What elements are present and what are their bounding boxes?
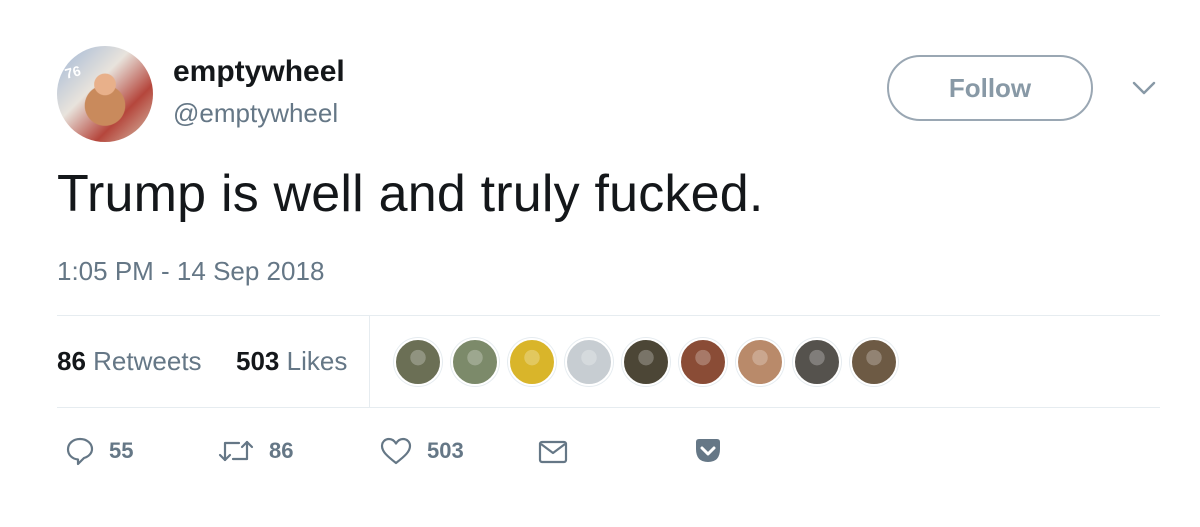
divider-top bbox=[57, 315, 1160, 316]
divider-bottom bbox=[57, 407, 1160, 408]
likes-label: Likes bbox=[286, 346, 348, 376]
reply-icon bbox=[66, 437, 94, 466]
liker-avatar-2[interactable] bbox=[451, 338, 499, 386]
likes-count: 503 bbox=[236, 346, 280, 376]
liker-avatar-3[interactable] bbox=[508, 338, 556, 386]
liker-avatar-5[interactable] bbox=[622, 338, 670, 386]
avatar-badge: 76 bbox=[63, 62, 83, 82]
liker-avatars bbox=[394, 338, 907, 386]
retweet-button[interactable]: 86 bbox=[217, 436, 293, 466]
liker-avatar-9[interactable] bbox=[850, 338, 898, 386]
follow-button[interactable]: Follow bbox=[887, 55, 1093, 121]
stats-separator bbox=[369, 316, 370, 407]
direct-message-icon bbox=[538, 440, 568, 464]
liker-avatar-8[interactable] bbox=[793, 338, 841, 386]
display-name[interactable]: emptywheel bbox=[173, 55, 345, 89]
reply-count: 55 bbox=[109, 438, 134, 463]
direct-message-button[interactable] bbox=[537, 436, 569, 466]
profile-avatar[interactable]: 76 bbox=[57, 46, 153, 142]
tweet-timestamp[interactable]: 1:05 PM - 14 Sep 2018 bbox=[57, 256, 324, 287]
tweet-stats: 86 Retweets 503 Likes bbox=[57, 346, 347, 377]
retweet-count: 86 bbox=[269, 438, 294, 463]
user-handle[interactable]: @emptywheel bbox=[173, 98, 338, 129]
retweet-icon bbox=[218, 440, 254, 462]
liker-avatar-6[interactable] bbox=[679, 338, 727, 386]
pocket-icon bbox=[696, 439, 720, 462]
like-button[interactable]: 503 bbox=[379, 436, 464, 466]
likes-stat[interactable]: 503 Likes bbox=[236, 346, 347, 376]
tweet-text: Trump is well and truly fucked. bbox=[57, 165, 764, 223]
liker-avatar-1[interactable] bbox=[394, 338, 442, 386]
reply-button[interactable]: 55 bbox=[65, 436, 133, 466]
like-icon bbox=[380, 437, 412, 465]
liker-avatar-4[interactable] bbox=[565, 338, 613, 386]
chevron-down-icon[interactable] bbox=[1131, 78, 1157, 98]
retweets-label: Retweets bbox=[93, 346, 202, 376]
liker-avatar-7[interactable] bbox=[736, 338, 784, 386]
pocket-button[interactable] bbox=[693, 436, 723, 466]
retweets-stat[interactable]: 86 Retweets bbox=[57, 346, 202, 376]
like-count: 503 bbox=[427, 438, 464, 463]
retweets-count: 86 bbox=[57, 346, 86, 376]
